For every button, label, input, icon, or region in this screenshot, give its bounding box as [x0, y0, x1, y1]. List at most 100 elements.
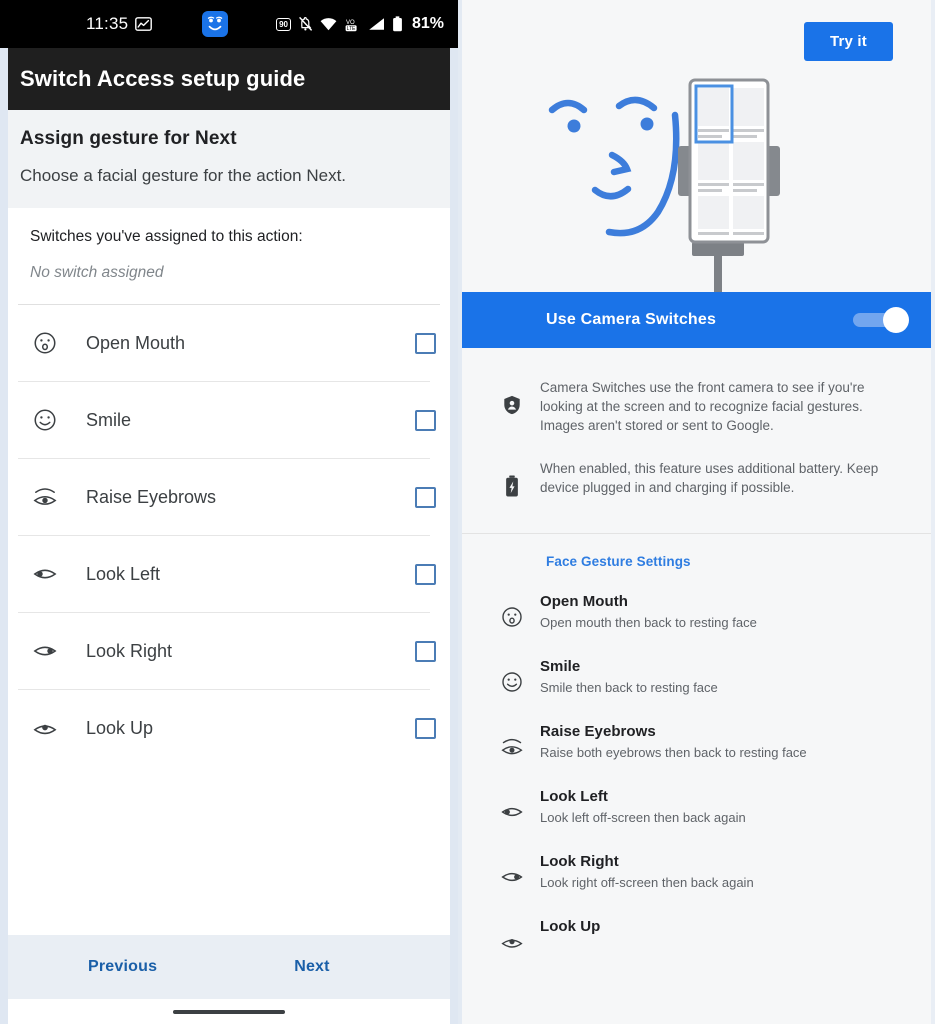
bottom-navigation: Previous Next	[0, 935, 458, 999]
gesture-label: Look Right	[86, 640, 173, 661]
look-up-icon	[484, 918, 540, 954]
page-title: Switch Access setup guide	[20, 66, 306, 91]
toggle-knob	[883, 307, 909, 333]
signal-icon	[368, 17, 385, 31]
phone-screen-right: Try it Use Camera Switches Camera Switch…	[462, 0, 931, 1024]
setting-text-group: Look Up	[540, 918, 600, 940]
setting-description: Raise both eyebrows then back to resting…	[540, 745, 807, 760]
gesture-row[interactable]: Smile	[0, 382, 458, 458]
raise-eyebrows-icon	[484, 723, 540, 759]
gesture-checkbox[interactable]	[415, 640, 436, 662]
smile-icon	[484, 658, 540, 694]
notifications-off-icon	[298, 16, 313, 32]
setting-description: Smile then back to resting face	[540, 680, 718, 695]
setting-title: Look Up	[540, 918, 601, 935]
use-camera-switches-row[interactable]: Use Camera Switches	[462, 292, 931, 348]
gesture-checkbox[interactable]	[415, 409, 436, 431]
setting-text-group: Look Left Look left off-screen then back …	[540, 788, 746, 825]
next-button[interactable]: Next	[294, 958, 329, 976]
gesture-label: Look Left	[86, 563, 161, 584]
previous-button[interactable]: Previous	[88, 958, 157, 976]
svg-text:LTE: LTE	[347, 26, 356, 32]
raise-eyebrows-icon	[28, 484, 62, 510]
gesture-list: Open Mouth Smile Raise Eyebrows Look Left Lo…	[0, 305, 458, 766]
setting-title: Look Right	[540, 853, 619, 870]
setting-text-group: Smile Smile then back to resting face	[540, 658, 718, 695]
face-gesture-setting-row[interactable]: Look Up	[462, 904, 931, 968]
look-left-icon	[484, 788, 540, 824]
look-right-icon	[28, 638, 62, 664]
setting-title: Look Left	[540, 788, 608, 805]
setting-description: Open mouth then back to resting face	[540, 615, 757, 630]
look-left-icon	[28, 561, 62, 587]
setting-title: Raise Eyebrows	[540, 723, 656, 740]
gesture-row[interactable]: Open Mouth	[0, 305, 458, 381]
gesture-checkbox[interactable]	[415, 563, 436, 585]
battery-percent: 81%	[411, 15, 444, 32]
phone-screen-left: 11:35 90 VO LTE 81% Switch Access setup …	[0, 0, 462, 1024]
gesture-checkbox[interactable]	[415, 332, 436, 354]
app-bar: Switch Access setup guide	[0, 48, 458, 110]
info-row: Camera Switches use the front camera to …	[462, 368, 931, 449]
smile-icon	[28, 407, 62, 433]
camera-switches-info-block: Camera Switches use the front camera to …	[462, 348, 931, 521]
face-gesture-settings-list: Open Mouth Open mouth then back to restin…	[462, 579, 931, 968]
battery-icon	[392, 16, 403, 32]
gesture-label: Open Mouth	[86, 332, 186, 353]
phone-bezel-left	[0, 0, 8, 1024]
info-text: When enabled, this feature uses addition…	[540, 461, 879, 495]
face-gesture-settings-section: Face Gesture Settings Open Mouth Open mou…	[462, 534, 931, 968]
open-mouth-icon	[484, 593, 540, 629]
gesture-row[interactable]: Look Up	[0, 690, 458, 766]
status-time: 11:35	[86, 14, 129, 33]
refresh-rate-icon: 90	[276, 17, 291, 31]
status-bar: 11:35 90 VO LTE 81%	[0, 0, 458, 48]
assigned-switches-label: Switches you've assigned to this action:	[30, 228, 303, 245]
setting-text-group: Open Mouth Open mouth then back to restin…	[540, 593, 757, 630]
instruction-title: Assign gesture for Next	[20, 128, 237, 149]
face-gesture-setting-row[interactable]: Look Right Look right off-screen then bac…	[462, 839, 931, 904]
face-gesture-setting-row[interactable]: Look Left Look left off-screen then back …	[462, 774, 931, 839]
face-gesture-setting-row[interactable]: Smile Smile then back to resting face	[462, 644, 931, 709]
info-text: Camera Switches use the front camera to …	[540, 380, 865, 433]
face-gesture-settings-header[interactable]: Face Gesture Settings	[462, 550, 931, 579]
gesture-checkbox[interactable]	[415, 717, 436, 739]
instruction-subtitle: Choose a facial gesture for the action N…	[20, 166, 347, 185]
screenshot-root: 11:35 90 VO LTE 81% Switch Access setup …	[0, 0, 935, 1024]
hero-illustration-area: Try it	[462, 0, 931, 292]
gesture-checkbox[interactable]	[415, 486, 436, 508]
camera-switches-toggle[interactable]	[853, 307, 909, 333]
face-gesture-setting-row[interactable]: Open Mouth Open mouth then back to restin…	[462, 579, 931, 644]
system-gesture-bar-area	[0, 999, 458, 1024]
assigned-switches-value: No switch assigned	[30, 264, 164, 281]
look-right-icon	[484, 853, 540, 889]
gesture-label: Smile	[86, 409, 132, 430]
gesture-row[interactable]: Look Left	[0, 536, 458, 612]
phone-bezel-right	[450, 0, 458, 1024]
setting-text-group: Raise Eyebrows Raise both eyebrows then b…	[540, 723, 807, 760]
image-icon	[135, 17, 153, 31]
face-app-icon	[202, 11, 229, 37]
look-up-icon	[28, 715, 62, 741]
use-camera-switches-label: Use Camera Switches	[546, 311, 717, 328]
face-gesture-setting-row[interactable]: Raise Eyebrows Raise both eyebrows then b…	[462, 709, 931, 774]
volte-icon: VO LTE	[344, 17, 361, 32]
gesture-label: Raise Eyebrows	[86, 486, 217, 507]
setting-title: Open Mouth	[540, 593, 628, 610]
home-gesture-pill[interactable]	[173, 1009, 285, 1014]
gesture-row[interactable]: Look Right	[0, 613, 458, 689]
wifi-icon	[320, 17, 337, 31]
instruction-block: Assign gesture for Next Choose a facial …	[0, 110, 458, 208]
setting-description: Look left off-screen then back again	[540, 810, 746, 825]
battery-charging-icon	[484, 459, 540, 497]
info-row: When enabled, this feature uses addition…	[462, 449, 931, 511]
open-mouth-icon	[28, 330, 62, 356]
try-it-button[interactable]: Try it	[803, 22, 893, 61]
status-icons-group: 90 VO LTE 81%	[276, 15, 444, 33]
gesture-label: Look Up	[86, 717, 154, 738]
gesture-row[interactable]: Raise Eyebrows	[0, 459, 458, 535]
setting-text-group: Look Right Look right off-screen then bac…	[540, 853, 754, 890]
setting-description: Look right off-screen then back again	[540, 875, 754, 890]
refresh-rate-value: 90	[279, 19, 288, 29]
assigned-switches-block: Switches you've assigned to this action:…	[0, 208, 458, 304]
